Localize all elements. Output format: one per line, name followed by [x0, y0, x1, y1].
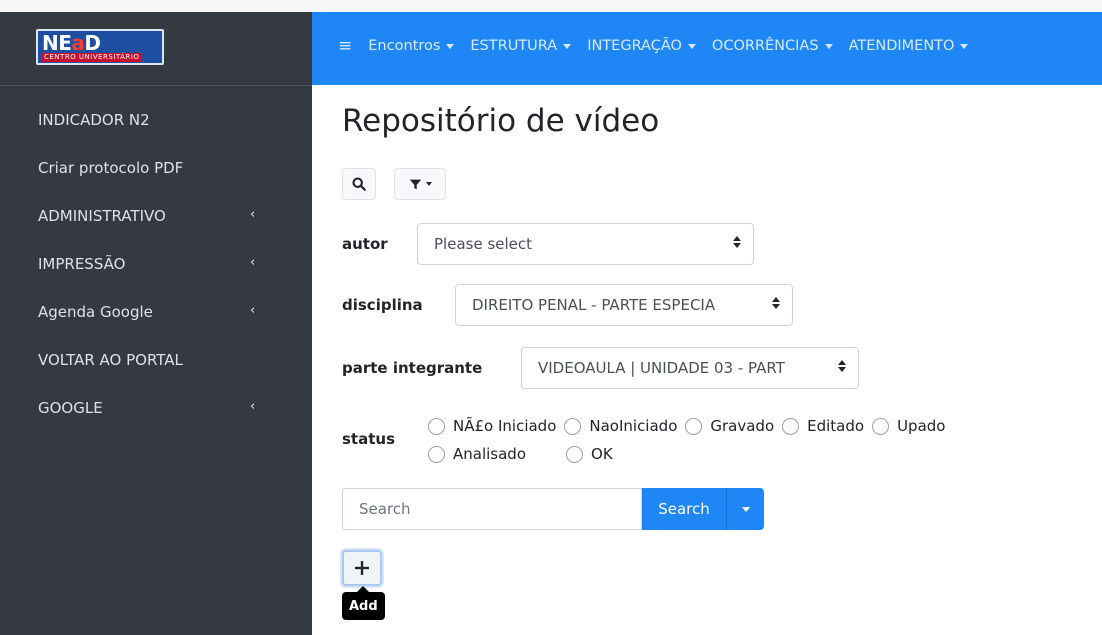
menu-item-estrutura[interactable]: ESTRUTURA — [470, 38, 572, 54]
sidebar: NEaD CENTRO UNIVERSITÁRIO INDICADOR N2 C… — [0, 0, 312, 635]
disciplina-select[interactable]: DIREITO PENAL - PARTE ESPECIA — [455, 284, 793, 326]
sidebar-item-impressao[interactable]: IMPRESSÃO ‹ — [0, 240, 312, 288]
parte-integrante-select[interactable]: VIDEOAULA | UNIDADE 03 - PART — [521, 347, 859, 389]
parte-integrante-label: parte integrante — [342, 359, 483, 377]
radio-label: Upado — [897, 417, 946, 435]
plus-icon — [355, 561, 369, 575]
caret-down-icon — [563, 43, 572, 49]
sidebar-item-label: INDICADOR N2 — [38, 111, 150, 129]
menu-item-label: Encontros — [368, 38, 441, 54]
sidebar-item-criar-protocolo-pdf[interactable]: Criar protocolo PDF — [0, 144, 312, 192]
disciplina-select-value: DIREITO PENAL - PARTE ESPECIA — [472, 296, 716, 314]
add-button[interactable] — [342, 550, 382, 586]
status-option-analisado[interactable]: Analisado — [428, 445, 526, 463]
logo-wordmark: NEaD — [42, 31, 101, 55]
search-dropdown-toggle[interactable] — [726, 488, 764, 530]
radio-circle[interactable] — [566, 445, 584, 463]
filter-button[interactable] — [394, 168, 446, 200]
menu-item-atendimento[interactable]: ATENDIMENTO — [849, 38, 969, 54]
chevron-left-icon: ‹ — [250, 255, 256, 270]
menu-item-label: OCORRÊNCIAS — [711, 38, 819, 54]
chevron-left-icon: ‹ — [250, 303, 256, 318]
status-option-naoiniciado[interactable]: NaoIniciado — [564, 417, 677, 435]
caret-down-icon — [960, 43, 969, 49]
status-label: status — [342, 430, 395, 448]
brand-logo[interactable]: NEaD CENTRO UNIVERSITÁRIO — [36, 29, 164, 65]
app-root: NEaD CENTRO UNIVERSITÁRIO INDICADOR N2 C… — [0, 0, 1102, 635]
add-tooltip: Add — [342, 592, 385, 620]
sidebar-item-label: IMPRESSÃO — [38, 255, 126, 273]
status-radio-row: NÃ£o Iniciado NaoIniciado Gravado Editad… — [428, 412, 1068, 440]
page-title: Repositório de vídeo — [342, 103, 660, 139]
radio-circle[interactable] — [782, 417, 800, 435]
search-input[interactable] — [342, 488, 642, 530]
radio-circle[interactable] — [685, 417, 703, 435]
logo-subtitle: CENTRO UNIVERSITÁRIO — [42, 53, 142, 62]
radio-label: Analisado — [453, 445, 527, 463]
caret-down-icon — [741, 506, 750, 512]
caret-down-icon — [824, 43, 833, 49]
sidebar-item-label: Criar protocolo PDF — [38, 159, 184, 177]
radio-label: Gravado — [710, 417, 775, 435]
autor-label: autor — [342, 235, 388, 253]
status-option-upado[interactable]: Upado — [872, 417, 945, 435]
select-arrows-icon — [772, 297, 780, 309]
status-radio-row: Analisado OK — [428, 440, 1068, 468]
chevron-left-icon: ‹ — [250, 207, 256, 222]
radio-circle[interactable] — [428, 445, 445, 463]
menu-item-label: ESTRUTURA — [470, 38, 558, 54]
status-option-nao-iniciado-encoded[interactable]: NÃ£o Iniciado — [428, 417, 556, 435]
sidebar-item-google[interactable]: GOOGLE ‹ — [0, 384, 312, 432]
radio-circle[interactable] — [428, 417, 445, 435]
hamburger-icon[interactable]: ≡ — [338, 36, 352, 56]
sidebar-item-indicador-n2[interactable]: INDICADOR N2 — [0, 96, 312, 144]
top-menu: ≡ Encontros ESTRUTURA INTEGRAÇÃO OCORRÊN… — [312, 36, 969, 56]
caret-down-icon — [687, 43, 696, 49]
status-radio-group: NÃ£o Iniciado NaoIniciado Gravado Editad… — [428, 412, 1068, 468]
search-group: Search — [342, 488, 764, 530]
sidebar-item-administrativo[interactable]: ADMINISTRATIVO ‹ — [0, 192, 312, 240]
radio-label: NaoIniciado — [589, 417, 678, 435]
disciplina-label: disciplina — [342, 296, 423, 314]
sidebar-item-label: GOOGLE — [38, 399, 103, 417]
sidebar-item-label: VOLTAR AO PORTAL — [38, 351, 183, 369]
sidebar-item-agenda-google[interactable]: Agenda Google ‹ — [0, 288, 312, 336]
status-option-ok[interactable]: OK — [566, 445, 613, 463]
parte-integrante-select-value: VIDEOAULA | UNIDADE 03 - PART — [538, 359, 785, 377]
caret-down-icon — [425, 182, 432, 186]
filter-icon — [409, 179, 421, 189]
status-option-gravado[interactable]: Gravado — [685, 417, 774, 435]
sidebar-brand: NEaD CENTRO UNIVERSITÁRIO — [0, 0, 312, 86]
chevron-left-icon: ‹ — [250, 399, 256, 414]
top-navbar: ≡ Encontros ESTRUTURA INTEGRAÇÃO OCORRÊN… — [312, 12, 1102, 85]
radio-label: OK — [591, 445, 613, 463]
menu-item-encontros[interactable]: Encontros — [368, 38, 455, 54]
sidebar-nav: INDICADOR N2 Criar protocolo PDF ADMINIS… — [0, 96, 312, 432]
search-toggle-button[interactable] — [342, 168, 376, 200]
menu-item-label: ATENDIMENTO — [848, 38, 955, 54]
search-icon — [352, 177, 366, 191]
top-strip — [312, 0, 1102, 12]
radio-circle[interactable] — [564, 417, 582, 435]
radio-circle[interactable] — [872, 417, 890, 435]
menu-item-integracao[interactable]: INTEGRAÇÃO — [587, 38, 696, 54]
autor-select[interactable]: Please select — [417, 223, 754, 265]
select-arrows-icon — [733, 236, 741, 248]
radio-label: Editado — [807, 417, 865, 435]
menu-item-label: INTEGRAÇÃO — [587, 38, 682, 54]
radio-label: NÃ£o Iniciado — [453, 417, 557, 435]
sidebar-item-voltar-ao-portal[interactable]: VOLTAR AO PORTAL — [0, 336, 312, 384]
menu-item-ocorrencias[interactable]: OCORRÊNCIAS — [712, 38, 833, 54]
sidebar-item-label: ADMINISTRATIVO — [38, 207, 166, 225]
search-button[interactable]: Search — [642, 488, 726, 530]
status-option-editado[interactable]: Editado — [782, 417, 864, 435]
main-content: Repositório de vídeo autor Please select… — [312, 85, 1102, 635]
select-arrows-icon — [838, 360, 846, 372]
autor-select-value: Please select — [434, 235, 533, 253]
sidebar-item-label: Agenda Google — [38, 303, 153, 321]
caret-down-icon — [446, 43, 455, 49]
